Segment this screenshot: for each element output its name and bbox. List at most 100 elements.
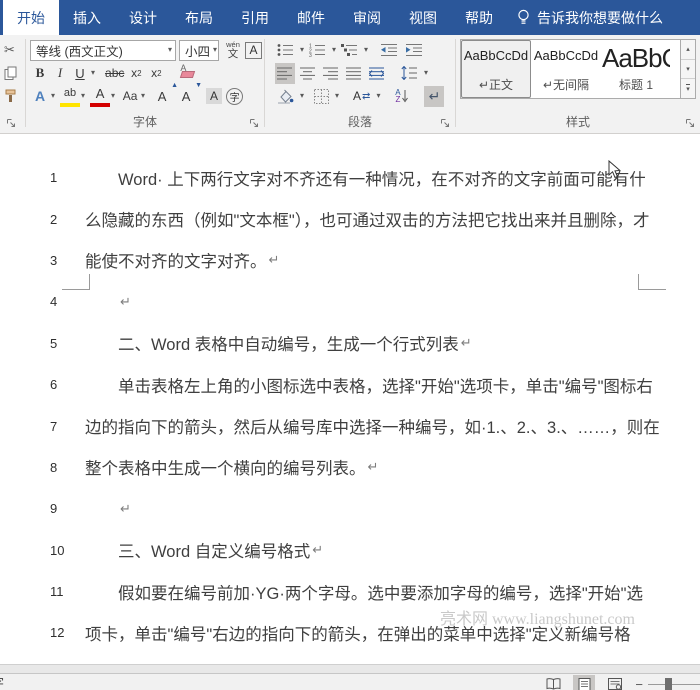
chevron-down-icon[interactable]: ▾ — [141, 92, 145, 100]
distribute-button[interactable] — [367, 63, 387, 84]
line-number: 9 — [50, 501, 76, 516]
align-center-button[interactable] — [298, 63, 318, 84]
document-line[interactable]: 3能使不对齐的文字对齐。↵ — [0, 240, 700, 281]
tell-me-box[interactable]: 告诉我你想要做什么 — [507, 0, 673, 35]
paragraph-mark-icon: ↵ — [429, 88, 441, 105]
line-number: 2 — [50, 212, 76, 227]
style-card-正文[interactable]: AaBbCcDd↵正文 — [461, 40, 531, 98]
character-border-button[interactable]: A — [243, 40, 264, 61]
read-mode-button[interactable] — [542, 675, 564, 690]
document-line[interactable]: 5二、Word 表格中自动编号，生成一个行式列表↵ — [0, 323, 700, 364]
chevron-down-icon[interactable]: ▾ — [300, 46, 304, 54]
chevron-down-icon[interactable]: ▾ — [111, 92, 115, 100]
highlight-color-button[interactable]: ab — [60, 86, 80, 107]
tab-设计[interactable]: 设计 — [115, 0, 171, 35]
styles-gallery: AaBbCcDd↵正文AaBbCcDd↵无间隔AaBbC标题 1 — [460, 39, 681, 99]
tab-开始[interactable]: 开始 — [3, 0, 59, 35]
copy-button[interactable] — [4, 63, 24, 84]
strikethrough-button[interactable]: abc — [103, 63, 126, 84]
style-card-标题 1[interactable]: AaBbC标题 1 — [601, 40, 671, 98]
align-left-button[interactable] — [275, 63, 295, 84]
character-shading-icon: A — [206, 88, 222, 104]
zoom-out-button[interactable]: − — [635, 677, 643, 690]
chevron-down-icon[interactable]: ▾ — [364, 46, 368, 54]
document-line[interactable]: 4↵ — [0, 281, 700, 322]
tab-邮件[interactable]: 邮件 — [283, 0, 339, 35]
gallery-scroll-down-button[interactable]: ▾ — [681, 60, 695, 80]
enclose-characters-button[interactable]: 字 — [224, 86, 245, 107]
format-painter-button[interactable] — [4, 86, 24, 107]
change-case-button[interactable]: Aa — [120, 86, 140, 107]
tab-审阅[interactable]: 审阅 — [339, 0, 395, 35]
chevron-down-icon[interactable]: ▾ — [424, 69, 428, 77]
text-effects-button[interactable]: A — [30, 86, 50, 107]
clear-formatting-button[interactable]: A — [178, 63, 198, 84]
tab-插入[interactable]: 插入 — [59, 0, 115, 35]
document-line[interactable]: 2么隐藏的东西（例如"文本框"），也可通过双击的方法把它找出来并且删除，才 — [0, 198, 700, 239]
document-line[interactable]: 10三、Word 自定义编号格式↵ — [0, 530, 700, 571]
document-line[interactable]: 8整个表格中生成一个横向的编号列表。↵ — [0, 447, 700, 488]
chevron-down-icon[interactable]: ▾ — [51, 92, 55, 100]
tab-帮助[interactable]: 帮助 — [451, 0, 507, 35]
tab-引用[interactable]: 引用 — [227, 0, 283, 35]
numbering-button[interactable]: 123 — [307, 40, 328, 61]
clipboard-dialog-launcher[interactable] — [6, 118, 18, 130]
document-line[interactable]: 1Word· 上下两行文字对不齐还有一种情况，在不对齐的文字前面可能有什 — [0, 157, 700, 198]
font-dialog-launcher[interactable] — [249, 118, 261, 130]
justify-button[interactable] — [344, 63, 364, 84]
paragraph-dialog-launcher[interactable] — [440, 118, 452, 130]
decrease-indent-icon — [380, 43, 398, 57]
multilevel-list-button[interactable] — [339, 40, 360, 61]
font-color-button[interactable]: A — [90, 86, 110, 107]
font-size-combo[interactable]: 小四 ▾ — [179, 40, 219, 61]
format-painter-icon — [4, 89, 18, 104]
styles-dialog-launcher[interactable] — [685, 118, 697, 130]
font-name-combo[interactable]: 等线 (西文正文) ▾ — [30, 40, 176, 61]
web-layout-button[interactable] — [604, 675, 626, 690]
shrink-font-button[interactable]: A▼ — [176, 86, 196, 107]
chevron-down-icon[interactable]: ▾ — [376, 92, 380, 100]
sort-button[interactable]: A Z — [391, 86, 411, 107]
chevron-down-icon[interactable]: ▾ — [300, 92, 304, 100]
character-shading-button[interactable]: A — [204, 86, 224, 107]
bullets-button[interactable] — [275, 40, 296, 61]
eraser-icon: A — [180, 66, 196, 80]
line-number: 1 — [50, 170, 76, 185]
line-number: 10 — [50, 543, 76, 558]
chevron-down-icon[interactable]: ▾ — [335, 92, 339, 100]
increase-indent-button[interactable] — [403, 40, 425, 61]
bold-button[interactable]: B — [30, 63, 50, 84]
line-spacing-button[interactable] — [399, 63, 420, 84]
zoom-slider[interactable] — [648, 684, 700, 685]
asian-layout-button[interactable]: A ⇄ — [351, 86, 372, 107]
align-right-button[interactable] — [321, 63, 341, 84]
line-number: 11 — [50, 584, 76, 599]
document-line[interactable]: 7边的指向下的箭头，然后从编号库中选择一种编号，如·1.、2.、3.、……，则在 — [0, 405, 700, 446]
tab-视图[interactable]: 视图 — [395, 0, 451, 35]
cut-button[interactable]: ✂ — [4, 40, 24, 61]
style-card-无间隔[interactable]: AaBbCcDd↵无间隔 — [531, 40, 601, 98]
chevron-down-icon[interactable]: ▾ — [91, 69, 95, 77]
superscript-button[interactable]: x2 — [146, 63, 166, 84]
document-line[interactable]: 6单击表格左上角的小图标选中表格，选择"开始"选项卡，单击"编号"图标右 — [0, 364, 700, 405]
decrease-indent-button[interactable] — [378, 40, 400, 61]
show-hide-marks-button[interactable]: ↵ — [424, 86, 444, 107]
grow-font-button[interactable]: A▲ — [152, 86, 172, 107]
subscript-button[interactable]: x2 — [126, 63, 146, 84]
italic-button[interactable]: I — [50, 63, 70, 84]
print-layout-button[interactable] — [573, 675, 595, 690]
underline-button[interactable]: U — [70, 63, 90, 84]
shading-button[interactable] — [275, 86, 296, 107]
document-line[interactable]: 9↵ — [0, 488, 700, 529]
styles-gallery-scroll: ▴ ▾ ▾ — [681, 39, 696, 99]
borders-button[interactable] — [311, 86, 331, 107]
document-page[interactable]: 1Word· 上下两行文字对不齐还有一种情况，在不对齐的文字前面可能有什2么隐藏… — [0, 135, 700, 664]
chevron-down-icon[interactable]: ▾ — [81, 92, 85, 100]
phonetic-guide-button[interactable]: wén 文 — [223, 40, 243, 61]
bullet-list-icon — [277, 43, 294, 57]
gallery-scroll-up-button[interactable]: ▴ — [681, 40, 695, 60]
tab-布局[interactable]: 布局 — [171, 0, 227, 35]
chevron-down-icon[interactable]: ▾ — [332, 46, 336, 54]
gallery-more-button[interactable]: ▾ — [681, 79, 695, 98]
zoom-slider-handle[interactable] — [665, 678, 672, 690]
